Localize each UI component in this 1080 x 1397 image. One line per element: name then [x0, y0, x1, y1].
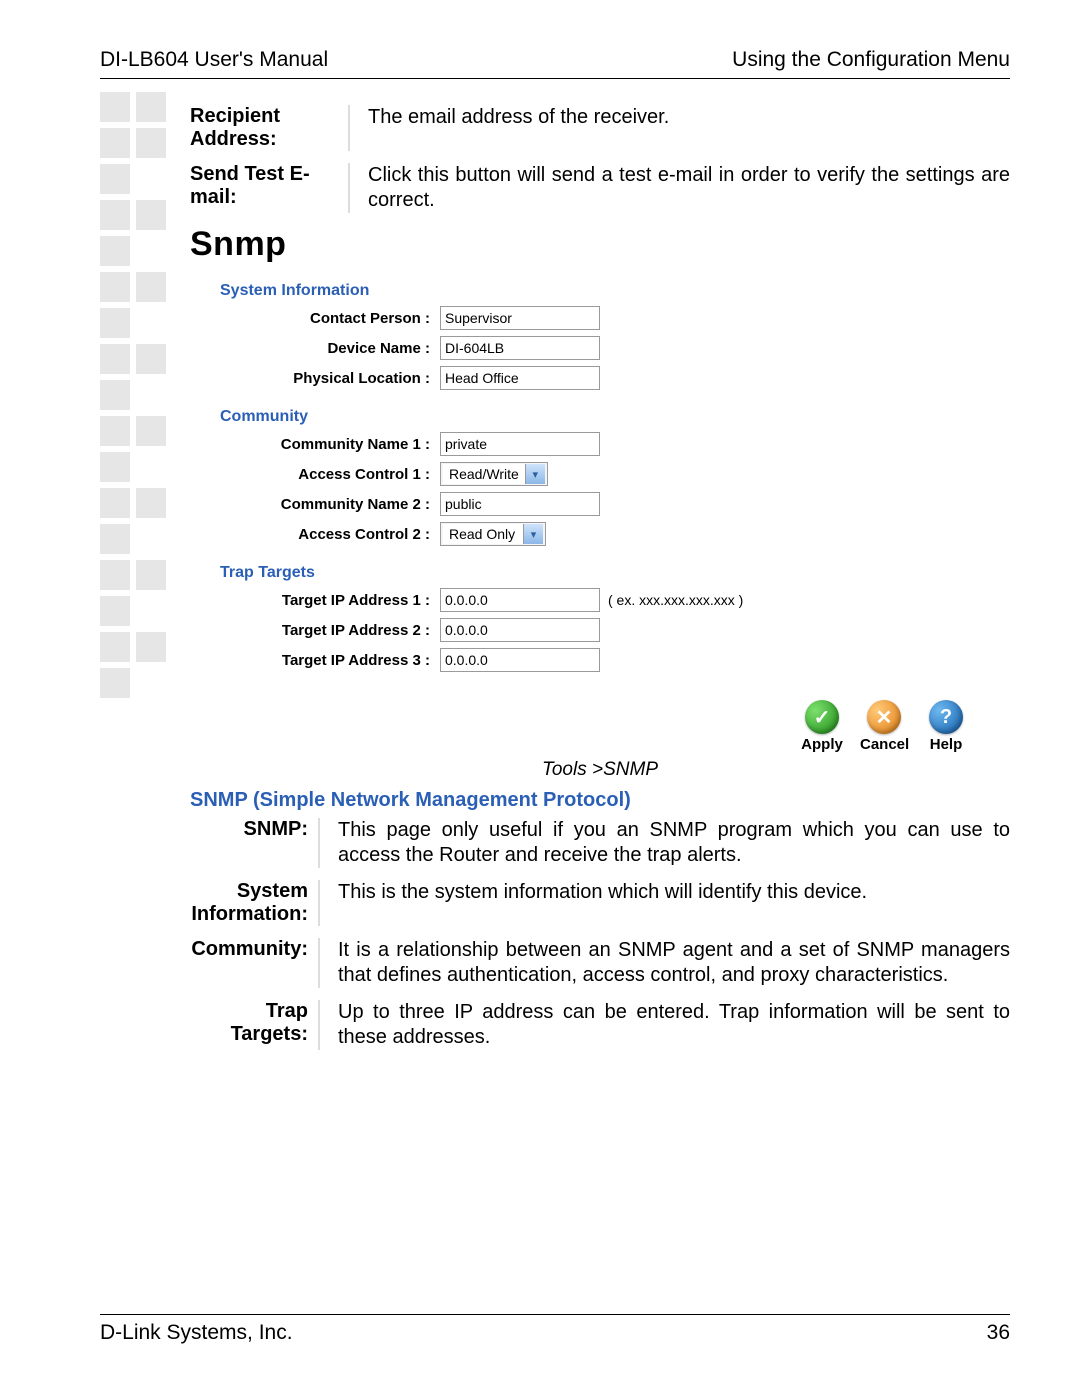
x-icon: ✕: [867, 700, 901, 734]
footer-left: D-Link Systems, Inc.: [100, 1321, 293, 1345]
definition-description: This page only useful if you an SNMP pro…: [320, 818, 1010, 868]
action-button-row: ✓ Apply ✕ Cancel ? Help: [220, 700, 970, 753]
community-name-1-label: Community Name 1 :: [220, 436, 440, 453]
page-footer: D-Link Systems, Inc. 36: [100, 1314, 1010, 1345]
definition-label: System Information:: [190, 880, 320, 926]
ip-format-hint: ( ex. xxx.xxx.xxx.xxx ): [608, 592, 743, 608]
definition-label: Trap Targets:: [190, 1000, 320, 1050]
physical-location-input[interactable]: [440, 366, 600, 390]
help-label: Help: [922, 736, 970, 753]
snmp-heading: Snmp: [190, 225, 1010, 264]
definition-description: Click this button will send a test e-mai…: [350, 163, 1010, 213]
question-icon: ?: [929, 700, 963, 734]
access-control-2-select[interactable]: Read Only ▾: [440, 522, 546, 546]
contact-person-label: Contact Person :: [220, 310, 440, 327]
definition-description: Up to three IP address can be entered. T…: [320, 1000, 1010, 1050]
page-header: DI-LB604 User's Manual Using the Configu…: [100, 48, 1010, 79]
select-value: Read Only: [443, 524, 523, 544]
access-control-2-label: Access Control 2 :: [220, 526, 440, 543]
apply-label: Apply: [798, 736, 846, 753]
definition-label: Send Test E-mail:: [190, 163, 350, 213]
snmp-section-title: SNMP (Simple Network Management Protocol…: [190, 789, 1010, 812]
page-number: 36: [987, 1321, 1010, 1345]
access-control-1-label: Access Control 1 :: [220, 466, 440, 483]
select-value: Read/Write: [443, 464, 525, 484]
target-ip-1-input[interactable]: [440, 588, 600, 612]
definition-row: System Information: This is the system i…: [190, 880, 1010, 926]
chevron-down-icon: ▾: [525, 464, 545, 484]
breadcrumb: Tools >SNMP: [190, 759, 1010, 781]
trap-targets-heading: Trap Targets: [220, 564, 1010, 582]
definition-row: Send Test E-mail: Click this button will…: [190, 163, 1010, 213]
community-heading: Community: [220, 408, 1010, 426]
definition-label: Recipient Address:: [190, 105, 350, 151]
definition-label: Community:: [190, 938, 320, 988]
target-ip-3-input[interactable]: [440, 648, 600, 672]
community-name-2-label: Community Name 2 :: [220, 496, 440, 513]
device-name-label: Device Name :: [220, 340, 440, 357]
definition-description: It is a relationship between an SNMP age…: [320, 938, 1010, 988]
header-left: DI-LB604 User's Manual: [100, 48, 328, 72]
snmp-screenshot: System Information Contact Person : Devi…: [190, 268, 1010, 753]
apply-button[interactable]: ✓ Apply: [798, 700, 846, 753]
definition-label: SNMP:: [190, 818, 320, 868]
checkmark-icon: ✓: [805, 700, 839, 734]
target-ip-2-input[interactable]: [440, 618, 600, 642]
target-ip-2-label: Target IP Address 2 :: [220, 622, 440, 639]
target-ip-1-label: Target IP Address 1 :: [220, 592, 440, 609]
physical-location-label: Physical Location :: [220, 370, 440, 387]
header-right: Using the Configuration Menu: [732, 48, 1010, 72]
community-name-1-input[interactable]: [440, 432, 600, 456]
definition-description: The email address of the receiver.: [350, 105, 669, 151]
system-information-heading: System Information: [220, 282, 1010, 300]
page-content: Recipient Address: The email address of …: [190, 105, 1010, 1050]
definition-row: SNMP: This page only useful if you an SN…: [190, 818, 1010, 868]
cancel-label: Cancel: [860, 736, 908, 753]
community-name-2-input[interactable]: [440, 492, 600, 516]
chevron-down-icon: ▾: [523, 524, 543, 544]
cancel-button[interactable]: ✕ Cancel: [860, 700, 908, 753]
definition-row: Community: It is a relationship between …: [190, 938, 1010, 988]
definition-row: Recipient Address: The email address of …: [190, 105, 1010, 151]
device-name-input[interactable]: [440, 336, 600, 360]
access-control-1-select[interactable]: Read/Write ▾: [440, 462, 548, 486]
decorative-squares: [100, 92, 172, 704]
definition-description: This is the system information which wil…: [320, 880, 867, 926]
manual-page: DI-LB604 User's Manual Using the Configu…: [0, 0, 1080, 1397]
target-ip-3-label: Target IP Address 3 :: [220, 652, 440, 669]
definition-row: Trap Targets: Up to three IP address can…: [190, 1000, 1010, 1050]
help-button[interactable]: ? Help: [922, 700, 970, 753]
contact-person-input[interactable]: [440, 306, 600, 330]
